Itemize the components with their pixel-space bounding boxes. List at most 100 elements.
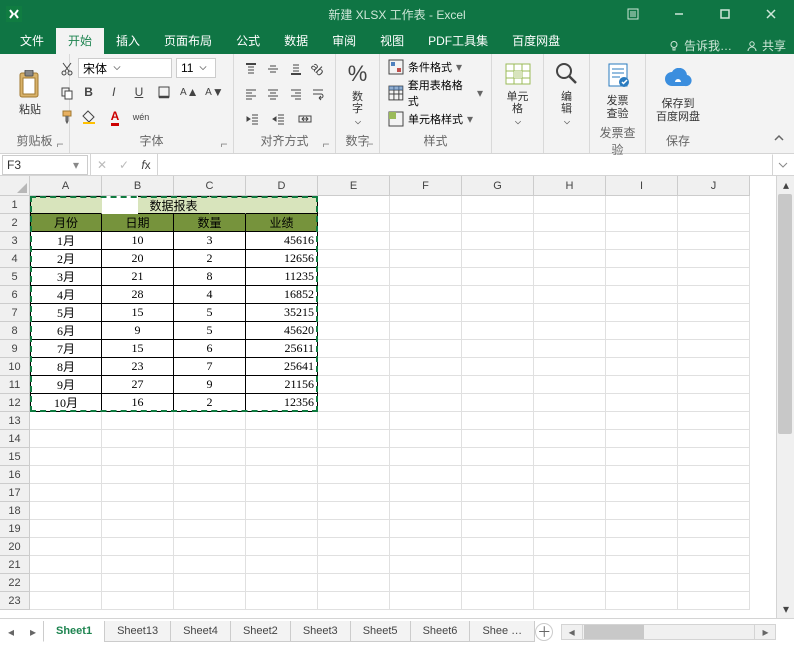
cell[interactable] <box>678 592 750 610</box>
border-button[interactable] <box>154 81 175 103</box>
cell[interactable] <box>678 538 750 556</box>
row-header-13[interactable]: 13 <box>0 412 30 430</box>
cell[interactable] <box>390 412 462 430</box>
cell[interactable] <box>318 250 390 268</box>
cell[interactable] <box>678 340 750 358</box>
tab-开始[interactable]: 开始 <box>56 27 104 54</box>
cell[interactable] <box>678 502 750 520</box>
tab-公式[interactable]: 公式 <box>224 27 272 54</box>
cell[interactable] <box>30 538 102 556</box>
cell[interactable]: 16 <box>102 394 174 412</box>
cell[interactable] <box>606 556 678 574</box>
cell[interactable] <box>318 376 390 394</box>
cancel-fx-button[interactable]: ✕ <box>91 154 113 176</box>
sheet-tab-Sheet1[interactable]: Sheet1 <box>43 621 105 642</box>
table-format-button[interactable]: 套用表格格式▾ <box>388 77 483 109</box>
cell[interactable] <box>462 538 534 556</box>
cell[interactable] <box>390 322 462 340</box>
row-header-10[interactable]: 10 <box>0 358 30 376</box>
cell[interactable] <box>462 304 534 322</box>
name-box[interactable]: F3▾ <box>2 155 88 175</box>
cell[interactable]: 5 <box>174 322 246 340</box>
cell[interactable] <box>390 538 462 556</box>
cell[interactable] <box>606 502 678 520</box>
close-button[interactable] <box>748 0 794 28</box>
cell[interactable] <box>318 232 390 250</box>
cell[interactable] <box>30 502 102 520</box>
chevron-down-icon[interactable]: ▾ <box>69 158 83 172</box>
row-header-4[interactable]: 4 <box>0 250 30 268</box>
tab-视图[interactable]: 视图 <box>368 27 416 54</box>
cell[interactable] <box>390 250 462 268</box>
cell[interactable] <box>318 214 390 232</box>
cell[interactable]: 25641 <box>246 358 318 376</box>
horizontal-scrollbar[interactable]: ◂ ▸ <box>561 624 776 640</box>
cell[interactable] <box>534 394 606 412</box>
cell[interactable] <box>462 412 534 430</box>
cell[interactable] <box>318 394 390 412</box>
cell[interactable]: 5月 <box>30 304 102 322</box>
cell[interactable]: 12656 <box>246 250 318 268</box>
cell[interactable] <box>678 196 750 214</box>
cell[interactable] <box>678 286 750 304</box>
cell[interactable] <box>462 466 534 484</box>
col-header-C[interactable]: C <box>174 176 246 196</box>
align-top-button[interactable] <box>242 58 260 80</box>
enter-fx-button[interactable]: ✓ <box>113 154 135 176</box>
cell[interactable] <box>174 556 246 574</box>
dialog-launcher-icon[interactable]: ⌐ <box>217 137 231 151</box>
cell[interactable] <box>390 520 462 538</box>
cell[interactable] <box>102 466 174 484</box>
cell[interactable] <box>102 502 174 520</box>
cell[interactable] <box>534 466 606 484</box>
cell[interactable] <box>606 574 678 592</box>
cell[interactable]: 2月 <box>30 250 102 268</box>
cell[interactable] <box>462 394 534 412</box>
cell[interactable]: 12356 <box>246 394 318 412</box>
cell[interactable] <box>102 430 174 448</box>
cell[interactable]: 数量 <box>174 214 246 232</box>
cell[interactable]: 业绩 <box>246 214 318 232</box>
sheet-tab-Sheet4[interactable]: Sheet4 <box>170 621 231 642</box>
col-header-D[interactable]: D <box>246 176 318 196</box>
select-all-corner[interactable] <box>0 176 30 196</box>
row-header-15[interactable]: 15 <box>0 448 30 466</box>
cell[interactable] <box>462 286 534 304</box>
tab-数据[interactable]: 数据 <box>272 27 320 54</box>
cell[interactable] <box>390 304 462 322</box>
row-header-18[interactable]: 18 <box>0 502 30 520</box>
align-center-button[interactable] <box>264 83 282 105</box>
cell[interactable]: 2 <box>174 394 246 412</box>
cell[interactable] <box>678 430 750 448</box>
cell[interactable] <box>462 268 534 286</box>
cell[interactable]: 1月 <box>30 232 102 250</box>
cell[interactable]: 9 <box>174 376 246 394</box>
cell[interactable] <box>606 196 678 214</box>
cell[interactable] <box>678 448 750 466</box>
col-header-E[interactable]: E <box>318 176 390 196</box>
cell[interactable] <box>678 232 750 250</box>
cell[interactable] <box>606 412 678 430</box>
scroll-down-button[interactable]: ▾ <box>777 600 794 618</box>
cell[interactable] <box>102 520 174 538</box>
row-header-14[interactable]: 14 <box>0 430 30 448</box>
cell[interactable] <box>606 394 678 412</box>
cell[interactable] <box>318 358 390 376</box>
cell[interactable] <box>678 358 750 376</box>
cell[interactable] <box>246 556 318 574</box>
column-headers[interactable]: ABCDEFGHIJ <box>30 176 750 196</box>
cells-area[interactable]: 数据报表月份日期数量业绩1月103456162月202126563月218112… <box>30 196 750 610</box>
cell[interactable] <box>534 232 606 250</box>
cell[interactable] <box>606 268 678 286</box>
sheet-nav-first-button[interactable]: ◂ <box>0 621 22 643</box>
cell[interactable] <box>678 520 750 538</box>
align-left-button[interactable] <box>242 83 260 105</box>
tab-百度网盘[interactable]: 百度网盘 <box>500 27 572 54</box>
sheet-tab-Sheet13[interactable]: Sheet13 <box>104 621 171 642</box>
cell[interactable] <box>390 484 462 502</box>
cell[interactable] <box>390 340 462 358</box>
tab-审阅[interactable]: 审阅 <box>320 27 368 54</box>
col-header-B[interactable]: B <box>102 176 174 196</box>
col-header-H[interactable]: H <box>534 176 606 196</box>
cell[interactable] <box>606 340 678 358</box>
